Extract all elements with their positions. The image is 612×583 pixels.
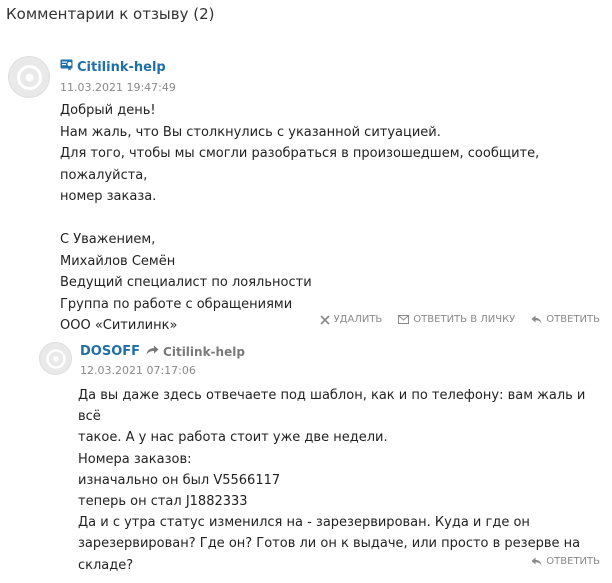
comment-author-name[interactable]: DOSOFF	[80, 344, 140, 359]
reply-private-label: ОТВЕТИТЬ В ЛИЧКУ	[413, 314, 516, 325]
comment-text-line: С Уважением,	[60, 232, 156, 247]
envelope-icon	[398, 315, 410, 324]
avatar[interactable]	[39, 342, 72, 375]
reply-label: ОТВЕТИТЬ	[546, 314, 600, 325]
comment-text-line: Для того, чтобы мы смогли разобраться в …	[60, 146, 540, 183]
reply-private-button[interactable]: ОТВЕТИТЬ В ЛИЧКУ	[398, 314, 515, 325]
reply-button[interactable]: ОТВЕТИТЬ	[531, 556, 600, 567]
comments-section-title: Комментарии к отзыву (2)	[6, 5, 215, 23]
comment-text-line: Группа по работе с обращениями	[60, 296, 293, 312]
comment-text-line: Добрый день!	[60, 103, 156, 118]
comment-text-line: Да вы даже здесь отвечаете под шаблон, к…	[78, 388, 586, 425]
comment-text-line: Да и с утра статус изменился на - зарезе…	[78, 515, 530, 531]
comment-text-line: изначально он был V5566117	[78, 472, 281, 488]
comment-text-line: теперь он стал J1882333	[78, 494, 248, 510]
verified-badge-icon	[60, 59, 73, 75]
delete-button[interactable]: УДАЛИТЬ	[320, 314, 383, 325]
comment-text-line: Номера заказов:	[78, 451, 192, 467]
reply-arrow-icon	[531, 315, 542, 324]
comment-text-line: зарезервирован? Где он? Готов ли он к вы…	[78, 536, 581, 552]
delete-label: УДАЛИТЬ	[333, 314, 383, 325]
comment-author-line: Citilink-help	[60, 59, 166, 75]
default-avatar-icon	[46, 349, 66, 369]
default-avatar-icon	[17, 65, 42, 90]
comment-author-line: DOSOFF Citilink-help	[80, 344, 245, 359]
comment-text-line: номер заказа.	[60, 189, 157, 204]
comment-text-line: такое. А у нас работа стоит уже две неде…	[78, 430, 388, 446]
reply-button[interactable]: ОТВЕТИТЬ	[531, 314, 600, 325]
comment-body: Да вы даже здесь отвечаете под шаблон, к…	[78, 385, 603, 576]
reply-to-arrow-icon	[146, 344, 159, 359]
comment-body: Добрый день! Нам жаль, что Вы столкнулис…	[60, 100, 608, 337]
reply-to-author[interactable]: Citilink-help	[163, 345, 245, 359]
comment-actions: ОТВЕТИТЬ	[515, 556, 600, 567]
close-icon	[320, 314, 330, 325]
comment-actions: УДАЛИТЬ ОТВЕТИТЬ В ЛИЧКУ ОТВЕТИТЬ	[304, 314, 600, 325]
comment-author-name[interactable]: Citilink-help	[77, 60, 166, 75]
comment-timestamp: 12.03.2021 07:17:06	[80, 364, 196, 377]
comment-text-line: Михайлов Семён	[60, 253, 176, 269]
comment-timestamp: 11.03.2021 19:47:49	[60, 81, 176, 94]
comment-text-line: Ведущий специалист по лояльности	[60, 275, 312, 290]
reply-label: ОТВЕТИТЬ	[546, 556, 600, 567]
comment-text-line: Нам жаль, что Вы столкнулись с указанной…	[60, 124, 441, 140]
reply-arrow-icon	[531, 557, 542, 566]
avatar[interactable]	[8, 56, 50, 98]
